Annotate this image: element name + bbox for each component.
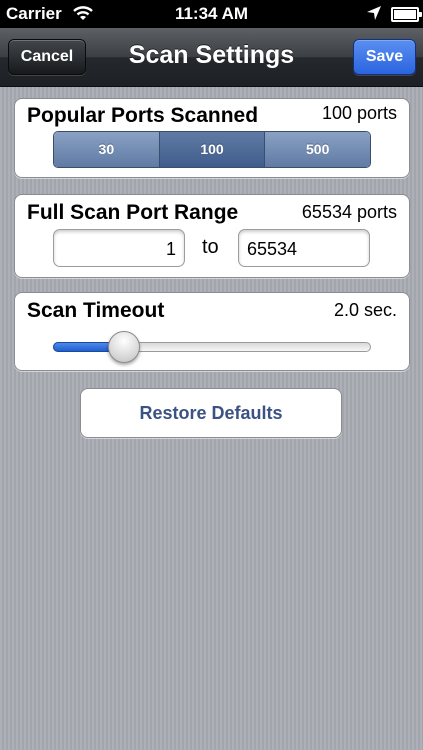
full-scan-title: Full Scan Port Range <box>27 201 239 224</box>
navigation-bar: Cancel Scan Settings Save <box>0 28 423 87</box>
popular-ports-card: Popular Ports Scanned 100 ports 30 100 5… <box>14 98 410 178</box>
scan-timeout-card: Scan Timeout 2.0 sec. <box>14 292 410 371</box>
full-scan-value: 65534 ports <box>301 202 397 222</box>
ports-segmented-control: 30 100 500 <box>53 131 371 168</box>
full-scan-card: Full Scan Port Range 65534 ports 1 to 65… <box>14 194 410 278</box>
location-arrow-icon <box>366 5 382 26</box>
port-range-from-input[interactable]: 1 <box>53 229 185 267</box>
save-button[interactable]: Save <box>353 39 416 75</box>
status-time: 11:34 AM <box>174 4 249 23</box>
timeout-slider-thumb[interactable] <box>107 331 140 363</box>
port-range-to-input[interactable]: 65534 <box>238 229 370 267</box>
segment-500[interactable]: 500 <box>265 132 370 167</box>
scan-timeout-value: 2.0 sec. <box>333 300 397 320</box>
popular-ports-title: Popular Ports Scanned <box>27 104 259 127</box>
restore-defaults-button[interactable]: Restore Defaults <box>80 388 342 438</box>
segment-30[interactable]: 30 <box>54 132 160 167</box>
to-label: to <box>202 236 219 258</box>
segment-100[interactable]: 100 <box>159 132 266 167</box>
scan-timeout-title: Scan Timeout <box>27 299 165 322</box>
battery-icon <box>391 7 422 22</box>
status-bar: Carrier 11:34 AM <box>0 0 423 28</box>
popular-ports-value: 100 ports <box>321 103 397 123</box>
